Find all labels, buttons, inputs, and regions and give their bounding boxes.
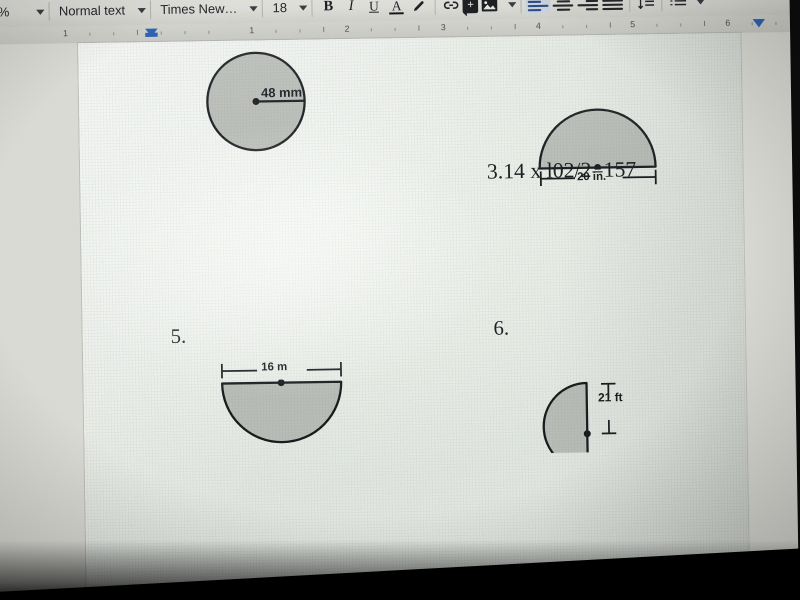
chevron-down-icon[interactable] xyxy=(137,7,146,13)
paragraph-style-dropdown[interactable]: Normal text xyxy=(54,0,131,22)
chevron-down-icon[interactable] xyxy=(36,9,45,15)
ruler-number: 6 xyxy=(725,17,731,28)
ruler-number: 4 xyxy=(535,20,541,31)
insert-link-icon[interactable] xyxy=(440,0,463,16)
underline-label: U xyxy=(368,0,379,14)
figure-semicircle-21ft: 21 ft xyxy=(538,332,654,472)
figure-semicircle-20in: 20 in. xyxy=(530,55,666,187)
underline-button[interactable]: U xyxy=(362,0,385,17)
figure-label-48mm: 48 mm xyxy=(260,85,303,101)
bold-label: B xyxy=(323,0,334,15)
zoom-control[interactable]: 100% xyxy=(0,2,29,24)
typed-equation[interactable]: 3.14 x l02/2=157 xyxy=(487,157,637,185)
toolbar-divider xyxy=(520,0,523,14)
align-justify-icon[interactable] xyxy=(600,0,625,13)
question-number-5: 5. xyxy=(170,325,187,349)
italic-button[interactable]: I xyxy=(340,0,363,17)
toolbar-divider xyxy=(629,0,631,12)
chevron-down-icon[interactable] xyxy=(696,0,706,4)
toolbar-divider xyxy=(311,0,314,17)
figure-label-16m: 16 m xyxy=(261,360,288,374)
photographed-screen: 100% Normal text Times New… 18 B I U A +… xyxy=(0,0,800,600)
screenshot-root: 100% Normal text Times New… 18 B I U A +… xyxy=(0,0,800,600)
bold-button[interactable]: B xyxy=(317,0,340,18)
ruler-number: 3 xyxy=(440,21,446,33)
ruler-number: 2 xyxy=(344,23,350,34)
toolbar-divider xyxy=(149,0,152,20)
checklist-icon[interactable] xyxy=(667,0,690,12)
font-size-value: 18 xyxy=(272,0,288,16)
align-center-icon[interactable] xyxy=(551,0,576,14)
zoom-level-label: 100% xyxy=(0,4,10,20)
screen-bezel-right xyxy=(789,0,800,600)
line-spacing-icon[interactable] xyxy=(635,0,658,13)
chevron-down-icon[interactable] xyxy=(249,5,259,12)
figure-circle-48mm: 48 mm xyxy=(202,44,318,160)
left-indent-marker[interactable] xyxy=(145,28,158,37)
align-right-icon[interactable] xyxy=(576,0,601,14)
chevron-down-icon[interactable] xyxy=(508,1,517,7)
font-family-dropdown[interactable]: Times New… xyxy=(155,0,243,20)
ruler-number: 5 xyxy=(630,18,636,30)
chevron-down-icon[interactable] xyxy=(299,4,308,11)
figure-label-21ft: 21 ft xyxy=(598,391,623,405)
align-left-icon[interactable] xyxy=(525,0,552,15)
font-size-field[interactable]: 18 xyxy=(267,0,292,18)
ruler-number: 1 xyxy=(62,27,69,39)
text-color-label: A xyxy=(391,0,402,14)
insert-image-icon[interactable] xyxy=(478,0,501,15)
highlighter-icon[interactable] xyxy=(408,0,431,16)
paragraph-style-label: Normal text xyxy=(58,3,126,19)
font-family-label: Times New… xyxy=(160,1,238,18)
ruler-number: 1 xyxy=(249,24,255,36)
add-comment-icon[interactable]: + xyxy=(462,0,479,13)
figure-semicircle-16m: 16 m xyxy=(213,356,355,462)
question-number-6: 6. xyxy=(493,316,510,340)
toolbar-divider xyxy=(48,2,50,21)
text-color-button[interactable]: A xyxy=(385,0,408,17)
toolbar-divider xyxy=(434,0,437,15)
italic-label: I xyxy=(348,0,354,15)
toolbar-divider xyxy=(661,0,663,12)
toolbar-divider xyxy=(262,0,264,18)
right-indent-marker[interactable] xyxy=(752,18,766,28)
document-page[interactable]: 48 mm 20 in. 3.14 x l02/2=157 5. 16 m 6.… xyxy=(78,32,750,597)
